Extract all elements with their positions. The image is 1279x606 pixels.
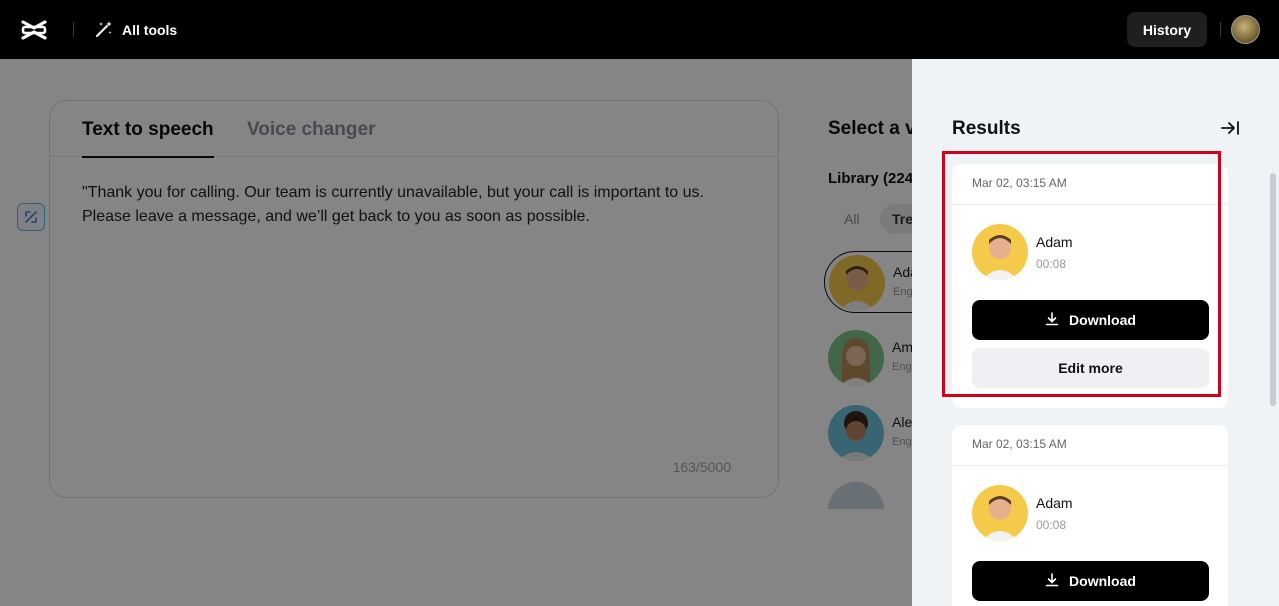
result-voice-avatar xyxy=(972,485,1028,541)
top-bar: All tools History xyxy=(0,0,1279,59)
topbar-divider-right xyxy=(1220,22,1221,37)
download-button[interactable]: Download xyxy=(972,561,1209,601)
result-voice-name: Adam xyxy=(1036,495,1073,511)
download-label: Download xyxy=(1069,573,1136,589)
capcut-logo-icon[interactable] xyxy=(20,16,48,44)
collapse-panel-icon[interactable] xyxy=(1220,120,1240,136)
topbar-divider xyxy=(73,22,74,37)
magic-wand-icon xyxy=(94,19,114,42)
download-icon xyxy=(1045,572,1059,590)
modal-backdrop[interactable] xyxy=(0,59,912,606)
result-duration: 00:08 xyxy=(1036,518,1067,532)
all-tools-button[interactable]: All tools xyxy=(94,18,177,42)
result-card: Mar 02, 03:15 AM Adam 00:08 Download xyxy=(952,425,1228,606)
history-button[interactable]: History xyxy=(1127,12,1207,47)
all-tools-label: All tools xyxy=(122,22,178,38)
results-scrollbar[interactable] xyxy=(1270,173,1276,406)
result-date: Mar 02, 03:15 AM xyxy=(972,437,1067,451)
highlight-box xyxy=(942,151,1221,397)
results-title: Results xyxy=(952,118,1021,139)
user-avatar[interactable] xyxy=(1231,15,1260,44)
card-divider xyxy=(952,465,1228,466)
